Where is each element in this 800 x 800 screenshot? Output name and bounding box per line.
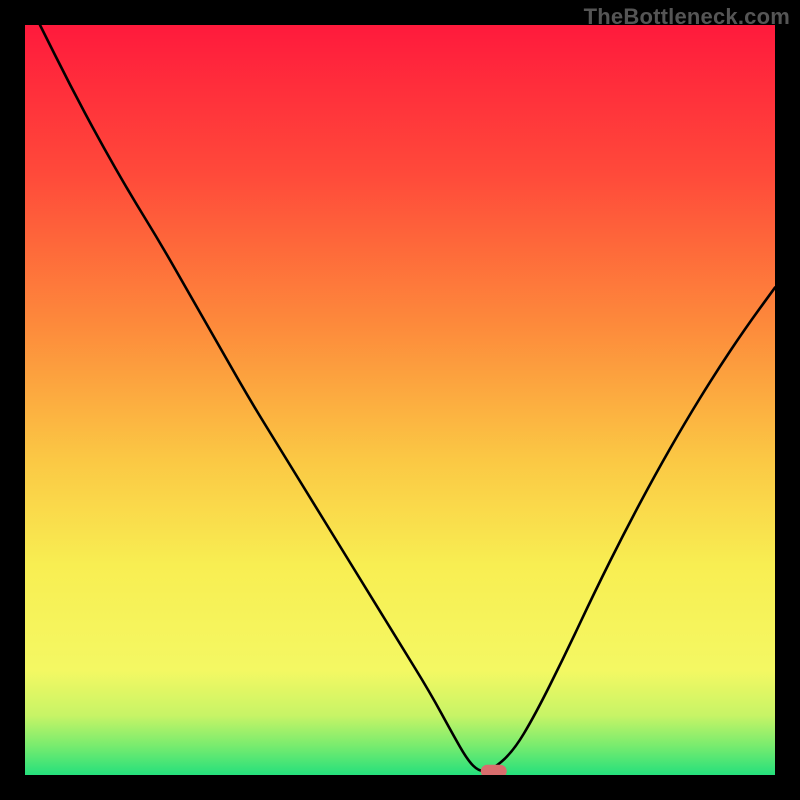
gradient-background: [25, 25, 775, 775]
plot-area: [25, 25, 775, 775]
chart-container: TheBottleneck.com: [0, 0, 800, 800]
chart-svg: [25, 25, 775, 775]
optimal-marker: [481, 765, 507, 775]
